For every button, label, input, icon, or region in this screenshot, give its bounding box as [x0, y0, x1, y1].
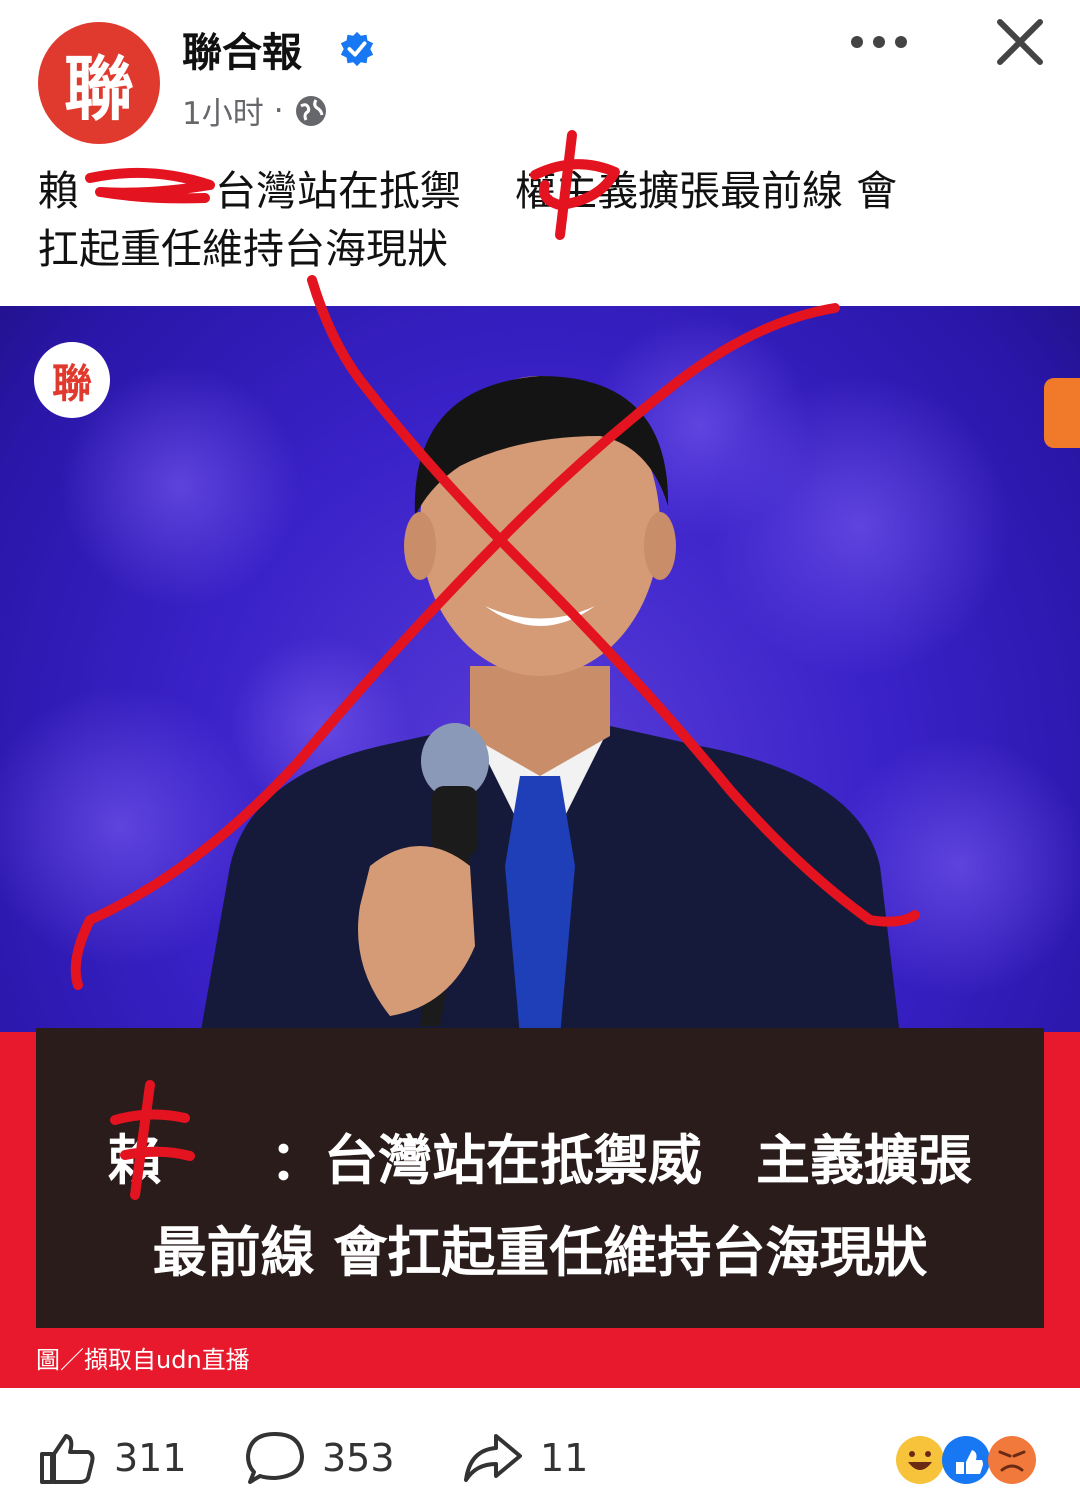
speaker-figure — [200, 376, 900, 1036]
caption-line-2: 最前線 會扛起重任維持台海現狀 — [152, 1220, 928, 1284]
caption-line-1: 賴 ：台灣站在抵禦威 主義擴張 — [108, 1128, 972, 1192]
post-text-line-1: 賴 台灣站在抵禦 權主義擴張最前線 會 — [38, 167, 898, 215]
comment-count: 353 — [322, 1436, 395, 1480]
like-button[interactable]: 311 — [36, 1430, 187, 1486]
page-avatar[interactable]: 聯 — [38, 22, 160, 144]
like-count: 311 — [114, 1436, 187, 1480]
verified-badge-icon — [340, 31, 374, 67]
globe-icon — [295, 95, 326, 126]
comment-button[interactable]: 353 — [244, 1430, 395, 1486]
close-icon[interactable] — [990, 12, 1050, 72]
caption-box: 賴 ：台灣站在抵禦威 主義擴張 最前線 會扛起重任維持台海現狀 — [36, 1028, 1044, 1328]
meta-separator: · — [273, 92, 284, 129]
post-text: 賴 台灣站在抵禦 權主義擴張最前線 會 扛起重任維持台海現狀 — [38, 162, 1048, 278]
post-image[interactable]: 聯 賴 ：台灣站在抵禦威 主義擴張 最前線 會扛起重任維持台海現狀 圖／擷取自u… — [0, 306, 1080, 1388]
comment-icon — [246, 1432, 304, 1484]
page-name[interactable]: 聯合報 — [182, 20, 302, 78]
post-text-line-2: 扛起重任維持台海現狀 — [38, 225, 448, 273]
share-count: 11 — [540, 1436, 589, 1480]
more-options-icon[interactable] — [846, 22, 912, 62]
post-header: 聯 聯合報 1小时 · — [0, 0, 1080, 150]
share-icon — [464, 1434, 522, 1482]
avatar-logo: 聯 — [64, 46, 134, 130]
like-icon — [40, 1434, 95, 1484]
share-button[interactable]: 11 — [462, 1430, 588, 1486]
reaction-icons[interactable] — [890, 1430, 1050, 1490]
post-meta: 1小时 · — [182, 88, 328, 133]
post-actions: 311 353 11 — [0, 1400, 1080, 1506]
post-time[interactable]: 1小时 — [182, 88, 264, 133]
image-credit: 圖／擷取自udn直播 — [36, 1346, 250, 1374]
